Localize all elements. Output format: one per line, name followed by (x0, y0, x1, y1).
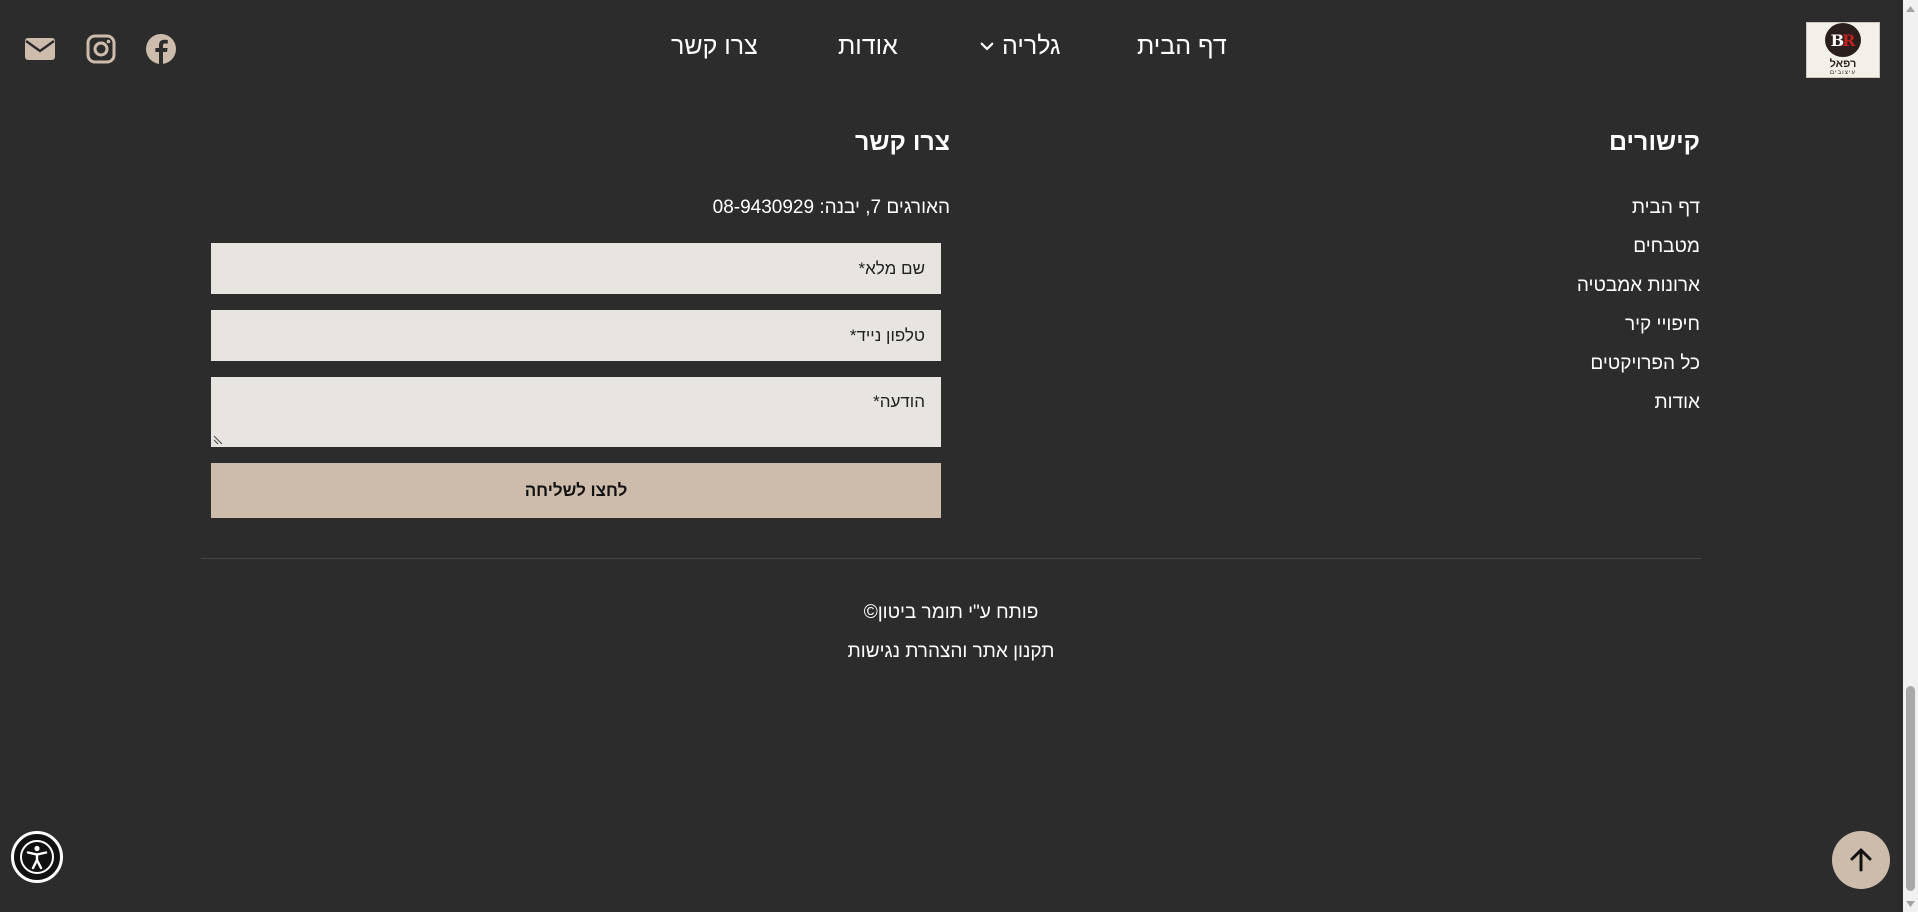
facebook-icon[interactable] (144, 32, 178, 66)
submit-button[interactable]: לחצו לשליחה (211, 463, 941, 518)
scroll-up-arrow-icon[interactable] (1903, 0, 1918, 17)
page-scrollbar[interactable] (1903, 0, 1918, 912)
message-placeholder: הודעה* (873, 392, 925, 411)
resize-handle-icon[interactable] (213, 435, 223, 445)
site-logo[interactable]: BR רפאל עיצובים (1806, 22, 1880, 78)
full-name-input[interactable]: שם מלא* (211, 243, 941, 294)
footer-divider (201, 558, 1701, 559)
developer-credit: פותח ע"י תומר ביטון© (863, 602, 1039, 623)
arrow-up-icon (1850, 848, 1872, 872)
footer-link-about[interactable]: אודות (1577, 389, 1700, 428)
logo-monogram: BR (1825, 23, 1861, 57)
accessibility-icon (20, 840, 54, 874)
scroll-to-top-button[interactable] (1832, 831, 1890, 889)
footer-links-list: דף הבית מטבחים ארונות אמבטיה חיפויי קיר … (1577, 194, 1700, 428)
footer-link-all-projects[interactable]: כל הפרויקטים (1577, 350, 1700, 389)
scrollbar-thumb[interactable] (1906, 686, 1915, 891)
phone-input[interactable]: טלפון נייד* (211, 310, 941, 361)
links-section-title: קישורים (1608, 128, 1700, 156)
nav-contact[interactable]: צרו קשר (671, 28, 758, 64)
nav-gallery-label: גלריה (1002, 32, 1061, 60)
nav-about[interactable]: אודות (838, 28, 898, 64)
scroll-down-arrow-icon[interactable] (1903, 895, 1918, 912)
footer-link-kitchens[interactable]: מטבחים (1577, 233, 1700, 272)
instagram-icon[interactable] (84, 32, 118, 66)
nav-home[interactable]: דף הבית (1137, 28, 1227, 64)
contact-section-title: צרו קשר (855, 128, 950, 156)
site-header: BR רפאל עיצובים דף הבית גלריה אודות צרו … (0, 0, 1898, 98)
chevron-down-icon (980, 42, 994, 51)
footer-link-bathroom-cabinets[interactable]: ארונות אמבטיה (1577, 272, 1700, 311)
mail-icon[interactable] (23, 32, 57, 66)
logo-subtext: עיצובים (1830, 70, 1856, 76)
footer-link-wall-cladding[interactable]: חיפויי קיר (1577, 311, 1700, 350)
nav-gallery[interactable]: גלריה (978, 28, 1061, 64)
accessibility-statement-link[interactable]: תקנון אתר והצהרת נגישות (0, 638, 1902, 666)
contact-address: האורגים 7, יבנה: 08-9430929 (712, 197, 950, 218)
accessibility-button[interactable] (11, 831, 63, 883)
footer-link-home[interactable]: דף הבית (1577, 194, 1700, 233)
message-textarea[interactable]: הודעה* (211, 377, 941, 447)
logo-name: רפאל (1829, 58, 1857, 70)
